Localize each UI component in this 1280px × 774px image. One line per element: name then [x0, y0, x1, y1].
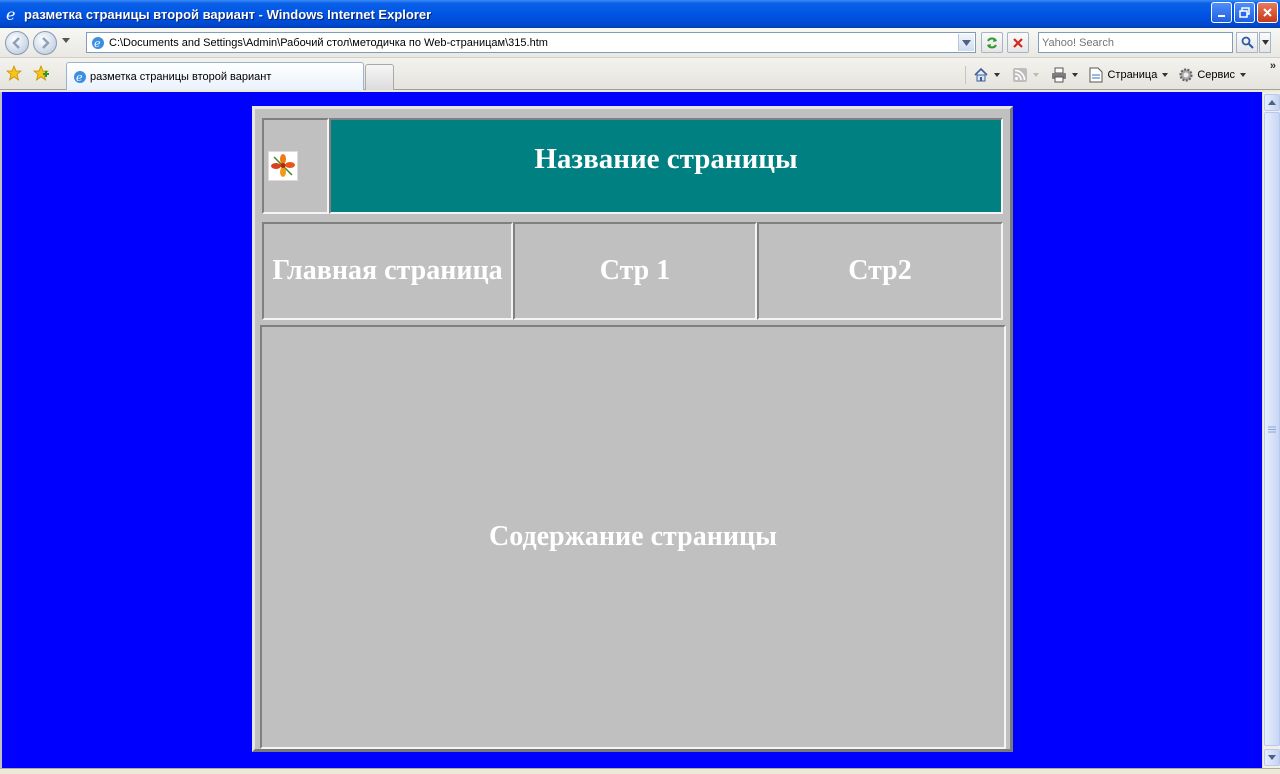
refresh-icon — [987, 37, 997, 48]
feeds-dropdown-icon[interactable] — [1033, 73, 1040, 77]
search-options-dropdown[interactable] — [1259, 32, 1271, 53]
page-icon: e — [90, 35, 106, 51]
nav-home-link[interactable]: Главная страница — [262, 222, 513, 320]
tools-menu-dropdown-icon — [1240, 73, 1246, 77]
scroll-down-button[interactable] — [1264, 749, 1280, 766]
favorites-star-button[interactable] — [5, 64, 23, 82]
rss-feed-icon — [1012, 67, 1028, 83]
toolbar-separator — [965, 66, 967, 84]
page-menu-button[interactable]: Страница — [1088, 67, 1169, 83]
print-button[interactable] — [1051, 67, 1079, 83]
feeds-button[interactable] — [1012, 67, 1040, 83]
page-menu-label: Страница — [1107, 69, 1158, 81]
search-icon — [1241, 36, 1254, 49]
page-content: Содержание страницы — [260, 325, 1006, 749]
flower-image — [268, 151, 298, 181]
toolbar-overflow-chevron-icon[interactable]: » — [1270, 60, 1276, 72]
svg-text:e: e — [6, 6, 15, 22]
search-input[interactable] — [1039, 33, 1232, 52]
flower-icon — [271, 154, 295, 177]
address-dropdown-button[interactable] — [958, 34, 974, 51]
search-box[interactable] — [1038, 32, 1233, 53]
refresh-button[interactable] — [981, 32, 1003, 53]
close-button[interactable] — [1257, 2, 1278, 23]
page-icon: e — [72, 69, 88, 85]
stop-button[interactable] — [1007, 32, 1029, 53]
arrow-left-icon — [12, 37, 20, 49]
title-bar: e разметка страницы второй вариант - Win… — [0, 0, 1280, 28]
tools-menu-label: Сервис — [1197, 69, 1235, 81]
address-toolbar: e C:\Documents and Settings\Admin\Рабочи… — [0, 28, 1280, 58]
search-button[interactable] — [1236, 32, 1258, 53]
tools-menu-button[interactable]: Сервис — [1178, 67, 1246, 83]
history-dropdown[interactable] — [62, 38, 70, 43]
layout-table: Название страницы Главная страница Стр 1… — [252, 106, 1013, 752]
nav-page2-link[interactable]: Стр2 — [757, 222, 1003, 320]
add-favorites-button[interactable] — [32, 64, 50, 82]
page-viewport: Название страницы Главная страница Стр 1… — [0, 92, 1262, 768]
star-icon — [6, 65, 22, 81]
home-dropdown-icon[interactable] — [994, 73, 1001, 77]
restore-button[interactable] — [1234, 2, 1255, 23]
printer-icon — [1051, 67, 1067, 83]
page-menu-dropdown-icon — [1162, 73, 1169, 77]
page-menu-icon — [1088, 67, 1104, 83]
page-title: Название страницы — [329, 118, 1003, 214]
gear-icon — [1178, 67, 1194, 83]
back-button[interactable] — [5, 31, 29, 55]
new-tab-button[interactable] — [365, 64, 394, 90]
arrow-right-icon — [42, 37, 50, 49]
scroll-thumb[interactable] — [1264, 112, 1280, 746]
svg-text:e: e — [76, 71, 83, 84]
nav-page1-link[interactable]: Стр 1 — [513, 222, 757, 320]
window-title: разметка страницы второй вариант - Windo… — [24, 6, 432, 22]
ie-logo-icon: e — [4, 6, 20, 22]
add-favorite-icon — [33, 65, 49, 81]
forward-button[interactable] — [33, 31, 57, 55]
status-bar — [0, 768, 1280, 774]
stop-x-icon — [1013, 37, 1023, 48]
minimize-button[interactable] — [1211, 2, 1232, 23]
tab-active[interactable]: e разметка страницы второй вариант — [66, 62, 364, 90]
svg-text:e: e — [94, 37, 101, 50]
print-dropdown-icon[interactable] — [1072, 73, 1079, 77]
home-button[interactable] — [973, 67, 1001, 83]
tab-bar: e разметка страницы второй вариант Стран… — [0, 58, 1280, 90]
scroll-up-button[interactable] — [1264, 94, 1280, 111]
command-bar: Страница Сервис — [962, 64, 1272, 86]
address-bar[interactable]: e C:\Documents and Settings\Admin\Рабочи… — [86, 32, 976, 53]
address-url[interactable]: C:\Documents and Settings\Admin\Рабочий … — [109, 37, 958, 49]
tab-label: разметка страницы второй вариант — [90, 70, 272, 83]
vertical-scrollbar[interactable] — [1262, 92, 1280, 768]
header-image-cell — [262, 118, 329, 214]
home-icon — [973, 67, 989, 83]
